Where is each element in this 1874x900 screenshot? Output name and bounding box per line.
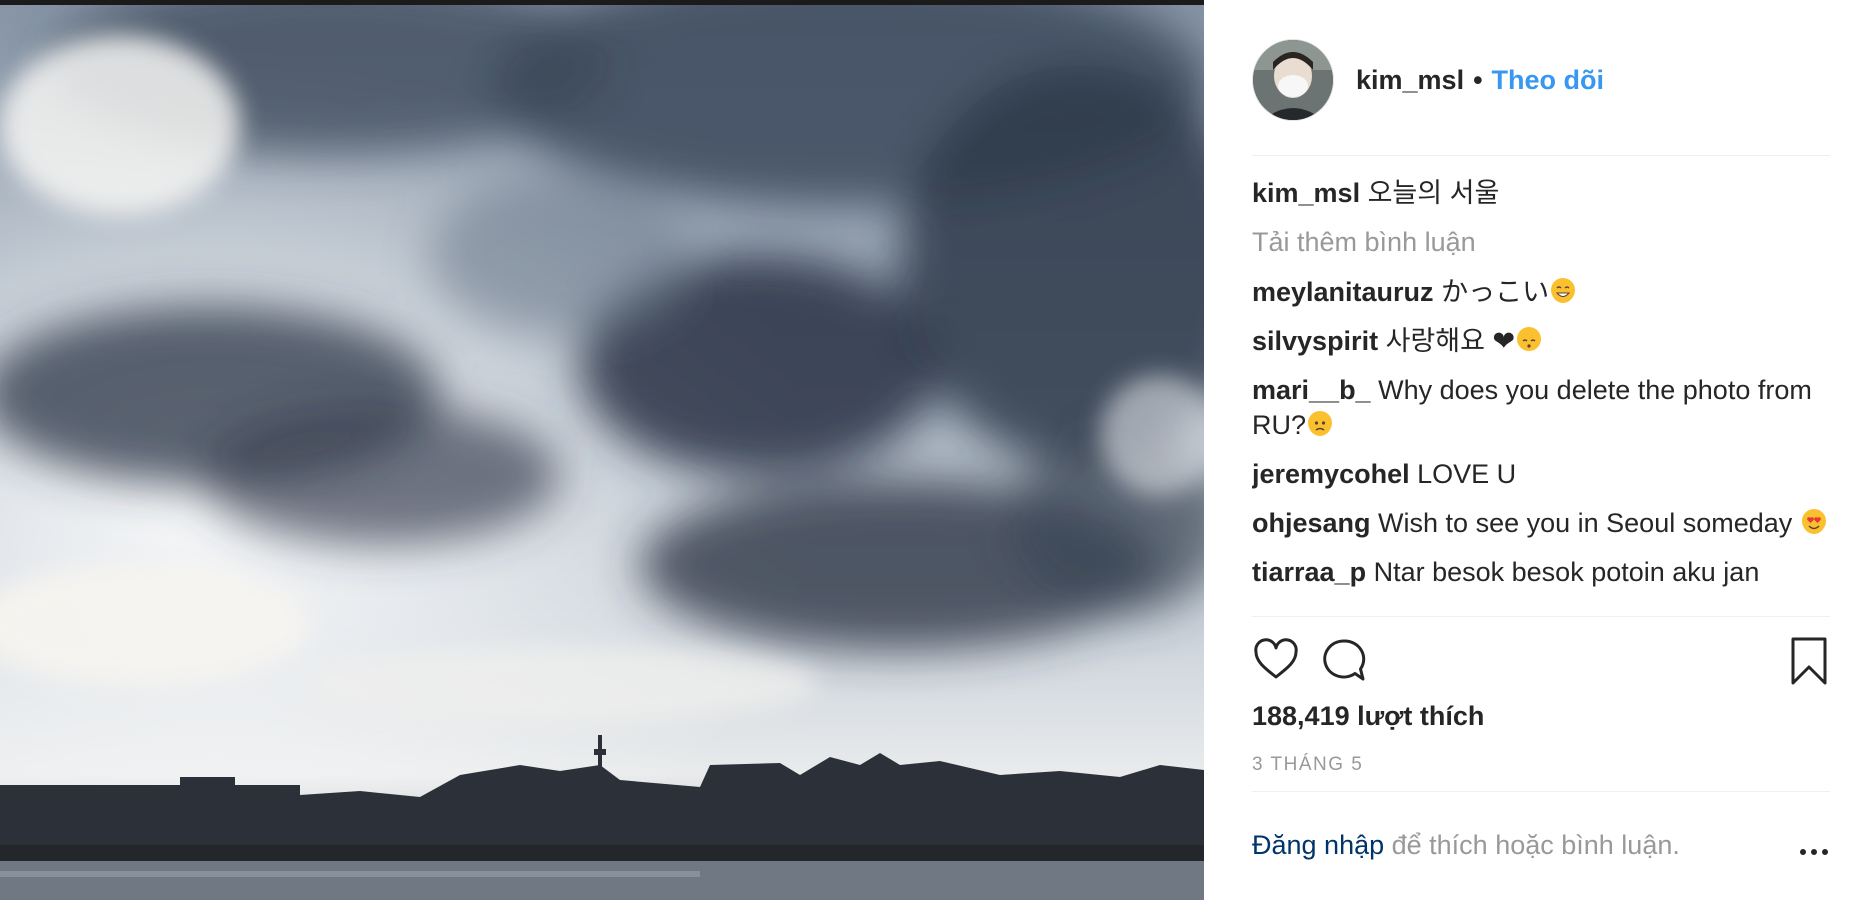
footer-divider [1252, 791, 1830, 792]
separator-dot: • [1473, 64, 1483, 95]
comments-divider [1252, 616, 1830, 617]
likes-count[interactable]: 188,419 lượt thích [1252, 701, 1484, 732]
heart-outline-icon[interactable] [1252, 636, 1300, 689]
comment-item: meylanitauruz かっこい [1252, 275, 1842, 310]
comments-list[interactable]: kim_msl 오늘의 서울 Tải thêm bình luận meylan… [1252, 176, 1842, 614]
bookmark-icon[interactable] [1788, 636, 1830, 691]
comment-username[interactable]: jeremycohel [1252, 459, 1410, 489]
comment-item: tiarraa_p Ntar besok besok potoin aku ja… [1252, 555, 1842, 590]
more-options-icon[interactable] [1798, 832, 1830, 871]
caption-text: 오늘의 서울 [1367, 178, 1500, 208]
author-avatar[interactable] [1252, 39, 1334, 121]
speech-bubble-icon[interactable] [1320, 636, 1368, 689]
post-actions [1252, 636, 1830, 686]
caption-username[interactable]: kim_msl [1252, 178, 1360, 208]
heart-eyes-face-emoji-icon [1801, 509, 1826, 534]
seoul-sky-photo [0, 5, 1204, 900]
comment-username[interactable]: silvyspirit [1252, 326, 1378, 356]
follow-button[interactable]: Theo dõi [1492, 65, 1604, 96]
post-header: kim_msl • Theo dõi [1252, 38, 1832, 122]
comment-item: jeremycohel LOVE U [1252, 457, 1842, 492]
post-date[interactable]: 3 THÁNG 5 [1252, 754, 1363, 776]
avatar-image [1253, 40, 1333, 120]
login-prompt: Đăng nhập để thích hoặc bình luận. [1252, 830, 1830, 861]
caption: kim_msl 오늘의 서울 [1252, 176, 1842, 211]
comment-text: LOVE U [1417, 459, 1517, 489]
comment-text: Wish to see you in Seoul someday [1378, 508, 1793, 538]
slightly-frowning-face-emoji-icon [1308, 411, 1333, 436]
post-sidebar: kim_msl • Theo dõi kim_msl 오늘의 서울 Tải th… [1204, 0, 1874, 900]
comment-item: silvyspirit 사랑해요 ❤ [1252, 324, 1842, 359]
comment-username[interactable]: ohjesang [1252, 508, 1371, 538]
load-more-comments-button[interactable]: Tải thêm bình luận [1252, 225, 1842, 260]
comment-username[interactable]: meylanitauruz [1252, 277, 1434, 307]
comment-username[interactable]: tiarraa_p [1252, 557, 1366, 587]
comment-text: Ntar besok besok potoin aku jan [1373, 557, 1760, 587]
grinning-face-emoji-icon [1551, 278, 1576, 303]
header-divider [1252, 155, 1830, 156]
kissing-cat-face-emoji-icon [1517, 327, 1542, 351]
login-prompt-text: để thích hoặc bình luận. [1384, 830, 1680, 860]
comment-item: mari__b_ Why does you delete the photo f… [1252, 373, 1842, 443]
post-photo[interactable] [0, 5, 1204, 900]
login-link[interactable]: Đăng nhập [1252, 830, 1384, 860]
header-text: kim_msl • Theo dõi [1356, 65, 1604, 96]
comment-item: ohjesang Wish to see you in Seoul someda… [1252, 506, 1842, 541]
comment-username[interactable]: mari__b_ [1252, 375, 1371, 405]
comment-text: かっこい [1441, 277, 1550, 307]
author-username[interactable]: kim_msl [1356, 65, 1464, 96]
comment-text: 사랑해요 ❤ [1385, 326, 1516, 356]
